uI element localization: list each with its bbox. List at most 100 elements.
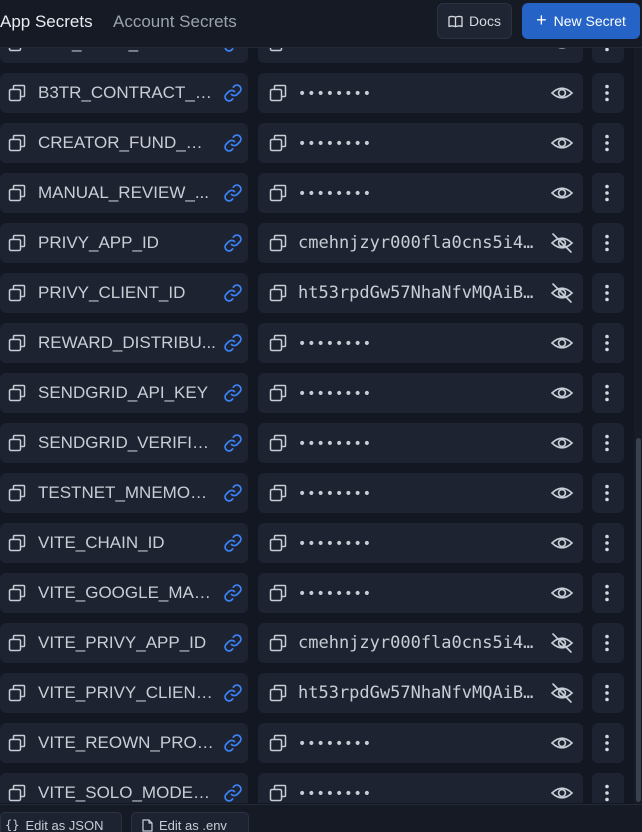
eye-icon[interactable] xyxy=(550,132,574,154)
copy-icon[interactable] xyxy=(8,484,26,502)
kebab-menu-button[interactable] xyxy=(592,523,624,563)
eye-icon[interactable] xyxy=(550,732,574,754)
kebab-menu-button[interactable] xyxy=(592,223,624,263)
copy-icon[interactable] xyxy=(8,184,26,202)
copy-icon[interactable] xyxy=(269,434,287,452)
eye-icon[interactable] xyxy=(550,582,574,604)
copy-icon[interactable] xyxy=(8,584,26,602)
eye-off-icon[interactable] xyxy=(550,282,574,304)
eye-icon[interactable] xyxy=(550,182,574,204)
link-icon[interactable] xyxy=(222,382,244,404)
tab-account-secrets[interactable]: Account Secrets xyxy=(113,12,237,32)
copy-icon[interactable] xyxy=(269,784,287,802)
kebab-menu-button[interactable] xyxy=(592,123,624,163)
link-icon[interactable] xyxy=(222,332,244,354)
secret-row: VITE_SOLO_MODE_... •••••••• xyxy=(0,773,630,803)
copy-icon[interactable] xyxy=(8,734,26,752)
eye-icon[interactable] xyxy=(550,382,574,404)
link-icon[interactable] xyxy=(222,682,244,704)
secret-name: REWARD_DISTRIBU... xyxy=(38,333,216,352)
secret-name-field: SENDGRID_API_KEY xyxy=(0,373,248,413)
tab-app-secrets[interactable]: App Secrets xyxy=(0,12,93,32)
secret-name-field: MANUAL_REVIEW_... xyxy=(0,173,248,213)
copy-icon[interactable] xyxy=(8,534,26,552)
link-icon[interactable] xyxy=(222,282,244,304)
secret-value-field: ht53rpdGw57NhaNfvMQAiB... xyxy=(258,273,583,313)
link-icon[interactable] xyxy=(222,232,244,254)
edit-as-env-button[interactable]: Edit as .env xyxy=(131,812,249,832)
kebab-menu-button[interactable] xyxy=(592,173,624,213)
eye-off-icon[interactable] xyxy=(550,632,574,654)
copy-icon[interactable] xyxy=(269,134,287,152)
link-icon[interactable] xyxy=(222,432,244,454)
secret-value: •••••••• xyxy=(298,736,373,752)
link-icon[interactable] xyxy=(222,482,244,504)
secret-row: REWARD_DISTRIBU... •••••••• xyxy=(0,323,630,363)
secret-name: PRIVY_APP_ID xyxy=(38,233,159,252)
copy-icon[interactable] xyxy=(8,684,26,702)
copy-icon[interactable] xyxy=(269,334,287,352)
secrets-panel: APP_FUND_WALLET••••••••B3TR_CONTRACT_A..… xyxy=(0,0,642,832)
kebab-menu-button[interactable] xyxy=(592,373,624,413)
kebab-menu-button[interactable] xyxy=(592,473,624,513)
secret-value-field: •••••••• xyxy=(258,473,583,513)
copy-icon[interactable] xyxy=(8,784,26,802)
edit-as-json-button[interactable]: {} Edit as JSON xyxy=(0,812,122,832)
secret-name-field: PRIVY_CLIENT_ID xyxy=(0,273,248,313)
secret-name: SENDGRID_API_KEY xyxy=(38,383,209,402)
kebab-menu-button[interactable] xyxy=(592,623,624,663)
kebab-menu-button[interactable] xyxy=(592,273,624,313)
link-icon[interactable] xyxy=(222,632,244,654)
copy-icon[interactable] xyxy=(8,384,26,402)
secret-row: VITE_REOWN_PROJ... •••••••• xyxy=(0,723,630,763)
copy-icon[interactable] xyxy=(269,584,287,602)
copy-icon[interactable] xyxy=(269,184,287,202)
kebab-menu-button[interactable] xyxy=(592,73,624,113)
eye-off-icon[interactable] xyxy=(550,682,574,704)
file-icon xyxy=(142,818,153,832)
copy-icon[interactable] xyxy=(8,334,26,352)
scrollbar-thumb[interactable] xyxy=(636,438,641,802)
secret-name-field: PRIVY_APP_ID xyxy=(0,223,248,263)
copy-icon[interactable] xyxy=(8,434,26,452)
eye-icon[interactable] xyxy=(550,332,574,354)
eye-icon[interactable] xyxy=(550,432,574,454)
copy-icon[interactable] xyxy=(269,234,287,252)
kebab-menu-button[interactable] xyxy=(592,773,624,803)
new-secret-button[interactable]: + New Secret xyxy=(522,3,640,39)
secret-value: •••••••• xyxy=(298,336,373,352)
secret-value-field: •••••••• xyxy=(258,173,583,213)
copy-icon[interactable] xyxy=(8,234,26,252)
copy-icon[interactable] xyxy=(8,284,26,302)
kebab-menu-button[interactable] xyxy=(592,573,624,613)
eye-off-icon[interactable] xyxy=(550,232,574,254)
copy-icon[interactable] xyxy=(8,84,26,102)
docs-button[interactable]: Docs xyxy=(437,3,512,39)
eye-icon[interactable] xyxy=(550,482,574,504)
copy-icon[interactable] xyxy=(269,84,287,102)
copy-icon[interactable] xyxy=(269,684,287,702)
eye-icon[interactable] xyxy=(550,532,574,554)
copy-icon[interactable] xyxy=(8,634,26,652)
eye-icon[interactable] xyxy=(550,82,574,104)
link-icon[interactable] xyxy=(222,532,244,554)
copy-icon[interactable] xyxy=(269,634,287,652)
kebab-menu-button[interactable] xyxy=(592,423,624,463)
copy-icon[interactable] xyxy=(269,284,287,302)
copy-icon[interactable] xyxy=(269,734,287,752)
kebab-menu-button[interactable] xyxy=(592,673,624,713)
link-icon[interactable] xyxy=(222,582,244,604)
link-icon[interactable] xyxy=(222,82,244,104)
copy-icon[interactable] xyxy=(269,384,287,402)
kebab-menu-button[interactable] xyxy=(592,723,624,763)
secret-name-field: VITE_PRIVY_CLIENT... xyxy=(0,673,248,713)
link-icon[interactable] xyxy=(222,782,244,803)
copy-icon[interactable] xyxy=(269,484,287,502)
eye-icon[interactable] xyxy=(550,782,574,803)
link-icon[interactable] xyxy=(222,732,244,754)
link-icon[interactable] xyxy=(222,182,244,204)
link-icon[interactable] xyxy=(222,132,244,154)
kebab-menu-button[interactable] xyxy=(592,323,624,363)
copy-icon[interactable] xyxy=(8,134,26,152)
copy-icon[interactable] xyxy=(269,534,287,552)
